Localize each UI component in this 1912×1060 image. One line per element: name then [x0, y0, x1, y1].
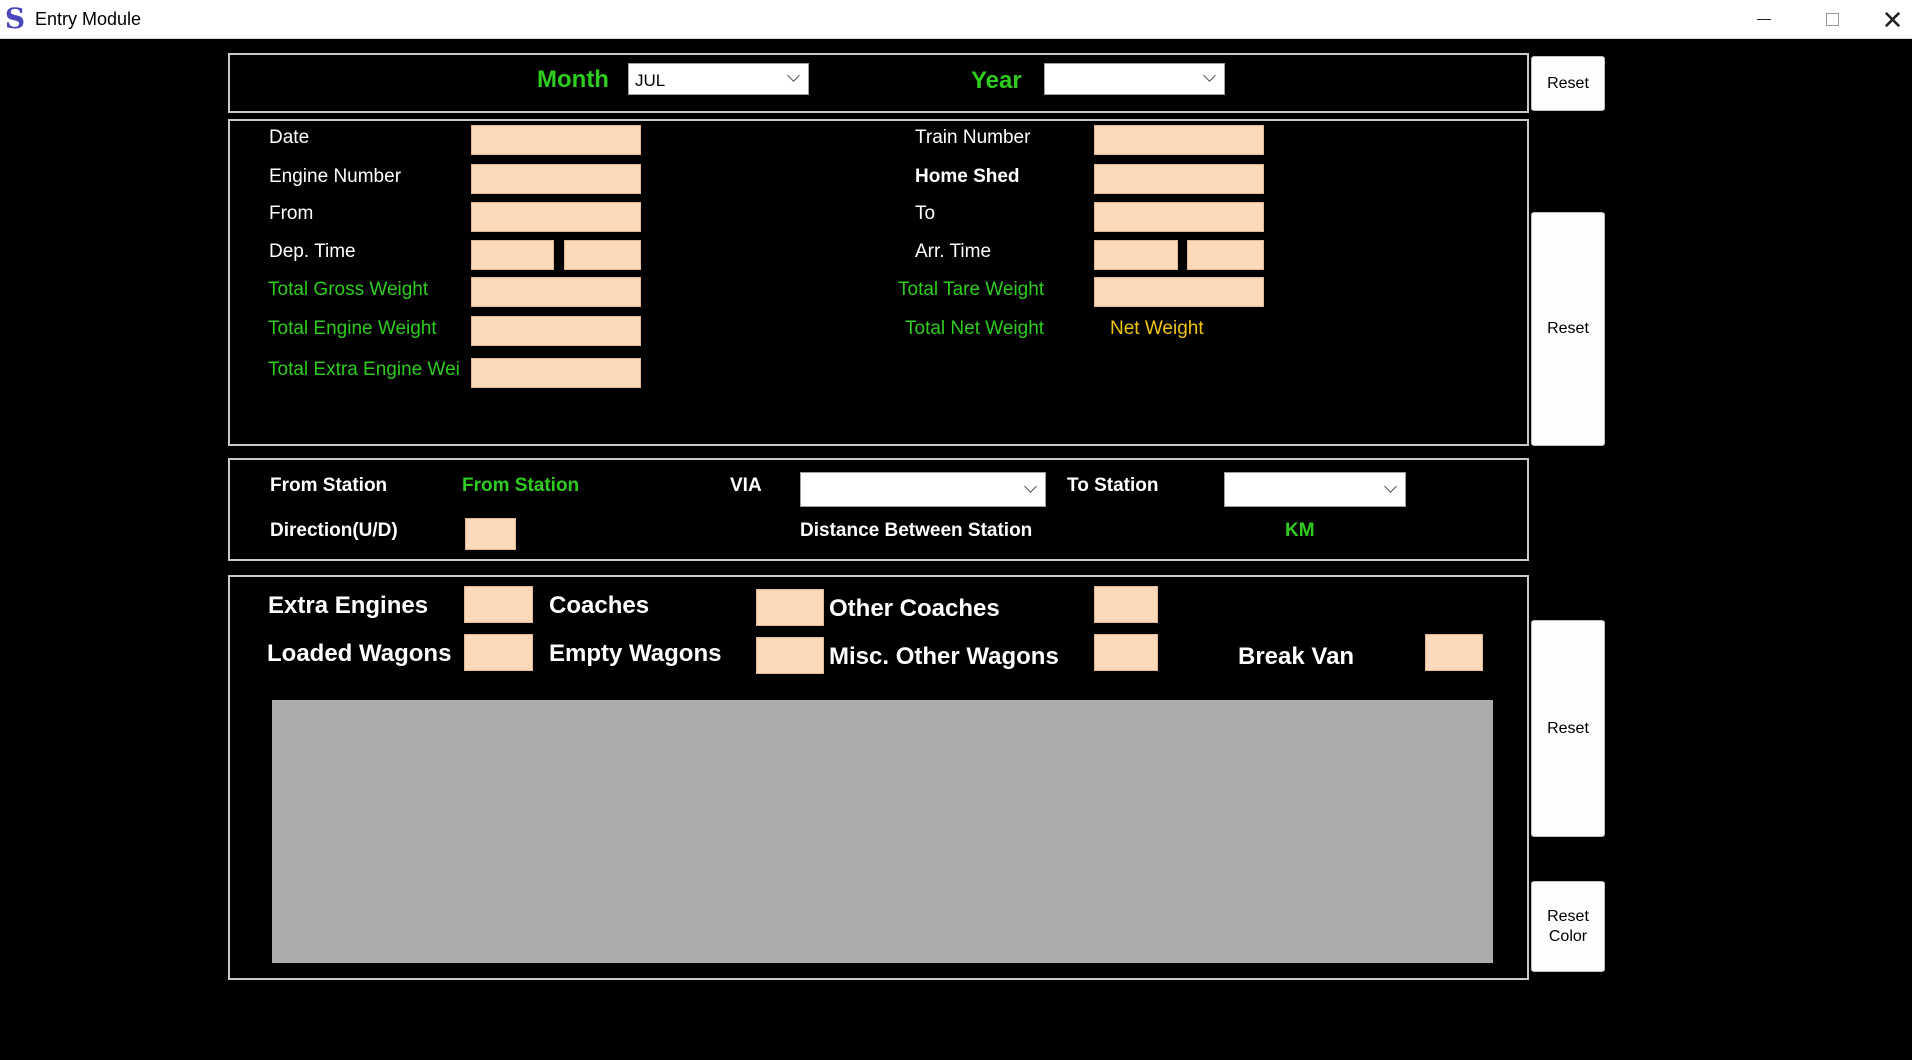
chevron-down-icon [1204, 71, 1216, 83]
total-engine-weight-label: Total Engine Weight [268, 318, 437, 339]
dep-time-minute-field[interactable] [564, 240, 641, 270]
minimize-button[interactable] [1737, 0, 1791, 39]
month-select-value: JUL [635, 71, 666, 90]
direction-field[interactable] [465, 518, 516, 550]
total-gross-weight-field[interactable] [471, 277, 641, 307]
total-gross-weight-label: Total Gross Weight [268, 279, 429, 300]
date-label: Date [269, 127, 310, 148]
break-van-field[interactable] [1425, 634, 1483, 671]
year-label: Year [971, 67, 1022, 94]
loaded-wagons-label: Loaded Wagons [267, 640, 452, 667]
wagon-data-grid[interactable] [272, 700, 1493, 963]
coaches-field[interactable] [756, 589, 824, 626]
total-engine-weight-field[interactable] [471, 316, 641, 346]
extra-engines-field[interactable] [464, 586, 533, 623]
month-select[interactable]: JUL [628, 63, 809, 95]
from-station-label: From Station [270, 475, 388, 496]
total-tare-weight-label: Total Tare Weight [898, 279, 1045, 300]
total-tare-weight-field[interactable] [1094, 277, 1264, 307]
from-station-value: From Station [462, 475, 580, 496]
to-label: To [915, 203, 936, 224]
maximize-button[interactable] [1805, 0, 1859, 39]
misc-other-wagons-label: Misc. Other Wagons [829, 643, 1059, 670]
close-button[interactable]: ✕ [1873, 0, 1912, 39]
total-extra-engine-weight-label: Total Extra Engine Wei [268, 360, 460, 379]
other-coaches-label: Other Coaches [829, 595, 1000, 622]
total-net-weight-label: Total Net Weight [905, 318, 1045, 339]
month-label: Month [537, 66, 609, 93]
title-bar: S Entry Module ✕ [0, 0, 1912, 39]
break-van-label: Break Van [1238, 643, 1355, 670]
from-field[interactable] [471, 202, 641, 232]
home-shed-label: Home Shed [915, 166, 1020, 187]
to-station-select[interactable] [1224, 472, 1406, 507]
reset-wagons-button[interactable]: Reset [1531, 620, 1605, 837]
period-panel [228, 53, 1529, 113]
train-number-field[interactable] [1094, 125, 1264, 155]
direction-label: Direction(U/D) [270, 520, 398, 541]
total-extra-engine-weight-field[interactable] [471, 358, 641, 388]
dep-time-label: Dep. Time [269, 241, 356, 262]
to-station-label: To Station [1067, 475, 1159, 496]
reset-color-button[interactable]: Reset Color [1531, 881, 1605, 972]
window-title: Entry Module [35, 9, 142, 29]
date-field[interactable] [471, 125, 641, 155]
arr-time-hour-field[interactable] [1094, 240, 1178, 270]
loaded-wagons-field[interactable] [464, 634, 533, 671]
maximize-icon [1825, 13, 1839, 26]
arr-time-label: Arr. Time [915, 241, 992, 262]
arr-time-minute-field[interactable] [1187, 240, 1264, 270]
via-select[interactable] [800, 472, 1046, 507]
engine-number-label: Engine Number [269, 166, 402, 187]
other-coaches-field[interactable] [1094, 586, 1158, 623]
distance-unit: KM [1285, 520, 1315, 541]
engine-number-field[interactable] [471, 164, 641, 194]
close-icon: ✕ [1881, 4, 1904, 35]
chevron-down-icon [1025, 482, 1037, 494]
via-label: VIA [730, 475, 762, 496]
home-shed-field[interactable] [1094, 164, 1264, 194]
misc-other-wagons-field[interactable] [1094, 634, 1158, 671]
s-logo-icon: S [4, 2, 26, 35]
to-field[interactable] [1094, 202, 1264, 232]
extra-engines-label: Extra Engines [268, 592, 429, 619]
minimize-icon [1757, 19, 1771, 20]
reset-train-button[interactable]: Reset [1531, 212, 1605, 446]
distance-label: Distance Between Station [800, 520, 1033, 541]
empty-wagons-field[interactable] [756, 637, 824, 674]
train-number-label: Train Number [915, 127, 1031, 148]
year-select[interactable] [1044, 63, 1225, 95]
reset-period-button[interactable]: Reset [1531, 56, 1605, 111]
dep-time-hour-field[interactable] [471, 240, 554, 270]
empty-wagons-label: Empty Wagons [549, 640, 722, 667]
from-label: From [269, 203, 314, 224]
chevron-down-icon [1385, 482, 1397, 494]
chevron-down-icon [788, 71, 800, 83]
coaches-label: Coaches [549, 592, 650, 619]
net-weight-value: Net Weight [1110, 318, 1204, 339]
